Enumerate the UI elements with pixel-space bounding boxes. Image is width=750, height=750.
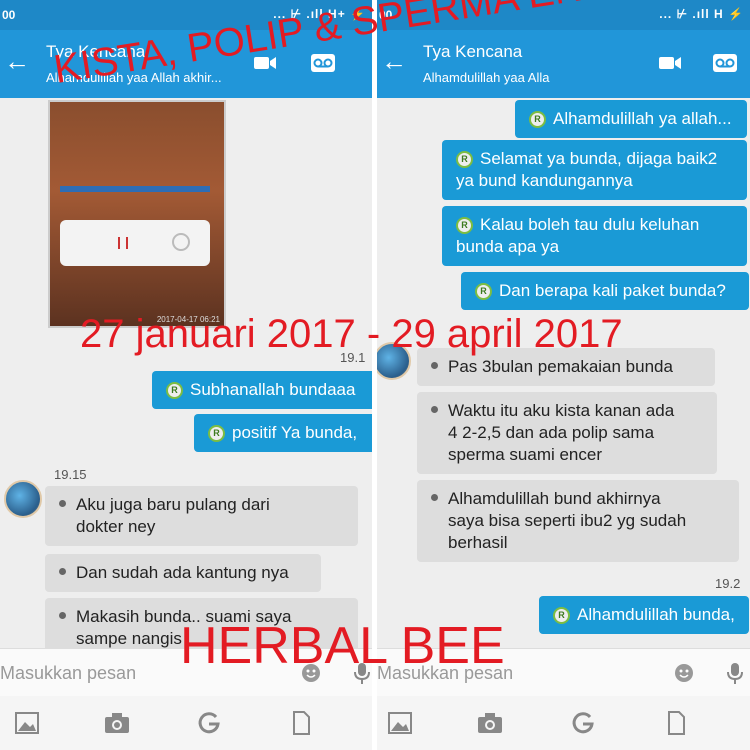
- message-text: Alhamdulillah ya allah...: [553, 109, 732, 128]
- avatar[interactable]: [377, 342, 411, 380]
- message-line: Aku juga baru pulang dari: [76, 495, 270, 514]
- status-left: 00: [379, 8, 393, 22]
- message-text: Dan berapa kali paket bunda?: [499, 281, 726, 300]
- message-line: Selamat ya bunda, dijaga baik2: [480, 149, 718, 168]
- camera-icon[interactable]: [477, 711, 503, 735]
- message-line: sperma suami encer: [448, 445, 603, 464]
- message-text: Pas 3bulan pemakaian bunda: [448, 357, 673, 376]
- microphone-icon[interactable]: [350, 661, 372, 685]
- back-arrow-icon[interactable]: ←: [381, 48, 407, 74]
- outgoing-message[interactable]: Rpositif Ya bunda,: [194, 414, 372, 452]
- message-line: saya bisa seperti ibu2 yg sudah: [448, 511, 687, 530]
- message-text: Dan sudah ada kantung nya: [76, 563, 289, 582]
- message-list[interactable]: R Alhamdulillah ya allah... R Selamat ya b…: [377, 98, 750, 648]
- contact-status: Alhamdulillah yaa Allah akhir...: [46, 70, 222, 85]
- pregnancy-test: [60, 220, 210, 266]
- emoji-icon[interactable]: [673, 661, 697, 685]
- camera-icon[interactable]: [104, 711, 130, 735]
- message-line: sampe nangis: [76, 629, 182, 648]
- chat-header: ← Tya Kencana Alhamdulillah yaa Allah ak…: [0, 30, 372, 98]
- bullet-icon: [59, 500, 66, 507]
- attachment-toolbar: [377, 696, 750, 750]
- message-list[interactable]: 2017-04-17 06:21 19.1 R Subhanallah bunda…: [0, 98, 372, 648]
- read-badge-icon: R: [456, 217, 473, 234]
- outgoing-message[interactable]: R Kalau boleh tau dulu keluhan bunda apa y…: [442, 206, 747, 266]
- outgoing-message[interactable]: R Alhamdulillah bunda,: [539, 596, 749, 634]
- bullet-icon: [431, 362, 438, 369]
- video-call-icon[interactable]: [657, 50, 683, 76]
- outgoing-message[interactable]: R Subhanallah bundaaa: [152, 371, 372, 409]
- video-call-icon[interactable]: [252, 50, 278, 76]
- avatar[interactable]: [4, 480, 42, 518]
- incoming-message[interactable]: Aku juga baru pulang dari dokter ney: [45, 486, 358, 546]
- gallery-icon[interactable]: [14, 711, 40, 735]
- contact-name[interactable]: Tya Kencana: [46, 42, 145, 62]
- incoming-message[interactable]: Alhamdulillah bund akhirnya saya bisa sep…: [417, 480, 739, 562]
- message-input-bar: Masukkan pesan: [377, 648, 750, 696]
- incoming-message[interactable]: Dan sudah ada kantung nya: [45, 554, 321, 592]
- document-icon[interactable]: [663, 711, 689, 735]
- message-input[interactable]: Masukkan pesan: [0, 663, 136, 684]
- read-badge-icon: R: [456, 151, 473, 168]
- contact-status: Alhamdulillah yaa Alla: [423, 70, 550, 85]
- message-text: Subhanallah bundaaa: [190, 380, 356, 399]
- outgoing-message[interactable]: R Dan berapa kali paket bunda?: [461, 272, 749, 310]
- status-right: ... ⊬ .ıll H ⚡: [659, 7, 744, 21]
- message-line: 4 2-2,5 dan ada polip sama: [448, 423, 655, 442]
- outgoing-message[interactable]: R Alhamdulillah ya allah...: [515, 100, 747, 138]
- status-right: ... ⊬ .ıll H+ ⚡: [273, 7, 366, 21]
- read-badge-icon: R: [475, 283, 492, 300]
- timestamp: 19.1: [340, 350, 366, 365]
- received-photo[interactable]: 2017-04-17 06:21: [48, 100, 226, 328]
- test-strip: [60, 186, 210, 192]
- message-line: Makasih bunda.. suami saya: [76, 607, 292, 626]
- gif-icon[interactable]: [196, 711, 222, 735]
- photo-timestamp: 2017-04-17 06:21: [156, 315, 220, 324]
- incoming-message[interactable]: Pas 3bulan pemakaian bunda: [417, 348, 715, 386]
- outgoing-message[interactable]: R Selamat ya bunda, dijaga baik2 ya bund k…: [442, 140, 747, 200]
- read-badge-icon: R: [553, 607, 570, 624]
- read-badge-icon: R: [208, 425, 225, 442]
- bullet-icon: [59, 568, 66, 575]
- message-input[interactable]: Masukkan pesan: [377, 663, 513, 684]
- chat-header: ← Tya Kencana Alhamdulillah yaa Alla: [377, 30, 750, 98]
- message-text: Alhamdulillah bunda,: [577, 605, 735, 624]
- message-line: Alhamdulillah bund akhirnya: [448, 489, 661, 508]
- bullet-icon: [431, 406, 438, 413]
- message-line: berhasil: [448, 533, 508, 552]
- left-phone-screenshot: 00 ... ⊬ .ıll H+ ⚡ ← Tya Kencana Alhamdu…: [0, 0, 372, 750]
- bullet-icon: [431, 494, 438, 501]
- message-input-bar: Masukkan pesan: [0, 648, 372, 696]
- status-bar: 00 ... ⊬ .ıll H ⚡: [377, 0, 750, 30]
- gallery-icon[interactable]: [387, 711, 413, 735]
- message-line: Kalau boleh tau dulu keluhan: [480, 215, 700, 234]
- incoming-message[interactable]: Makasih bunda.. suami saya sampe nangis: [45, 598, 358, 648]
- emoji-icon[interactable]: [300, 661, 324, 685]
- message-line: dokter ney: [76, 517, 156, 536]
- attachment-toolbar: [0, 696, 372, 750]
- document-icon[interactable]: [288, 711, 314, 735]
- voicemail-icon[interactable]: [712, 50, 738, 76]
- message-line: ya bund kandungannya: [456, 171, 633, 190]
- read-badge-icon: R: [166, 382, 183, 399]
- bullet-icon: [59, 612, 66, 619]
- voicemail-icon[interactable]: [310, 50, 336, 76]
- message-line: bunda apa ya: [456, 237, 560, 256]
- message-line: Waktu itu aku kista kanan ada: [448, 401, 675, 420]
- gif-icon[interactable]: [570, 711, 596, 735]
- microphone-icon[interactable]: [723, 661, 747, 685]
- test-line: [118, 237, 120, 249]
- read-badge-icon: R: [529, 111, 546, 128]
- message-text: positif Ya bunda,: [232, 423, 358, 442]
- right-phone-screenshot: 00 ... ⊬ .ıll H ⚡ ← Tya Kencana Alhamdul…: [377, 0, 750, 750]
- back-arrow-icon[interactable]: ←: [4, 48, 30, 74]
- contact-name[interactable]: Tya Kencana: [423, 42, 522, 62]
- timestamp: 19.15: [54, 467, 87, 482]
- incoming-message[interactable]: Waktu itu aku kista kanan ada 4 2-2,5 dan…: [417, 392, 717, 474]
- test-well: [172, 233, 190, 251]
- status-bar: 00 ... ⊬ .ıll H+ ⚡: [0, 0, 372, 30]
- test-line: [126, 237, 128, 249]
- timestamp: 19.2: [715, 576, 741, 591]
- status-left: 00: [2, 8, 16, 22]
